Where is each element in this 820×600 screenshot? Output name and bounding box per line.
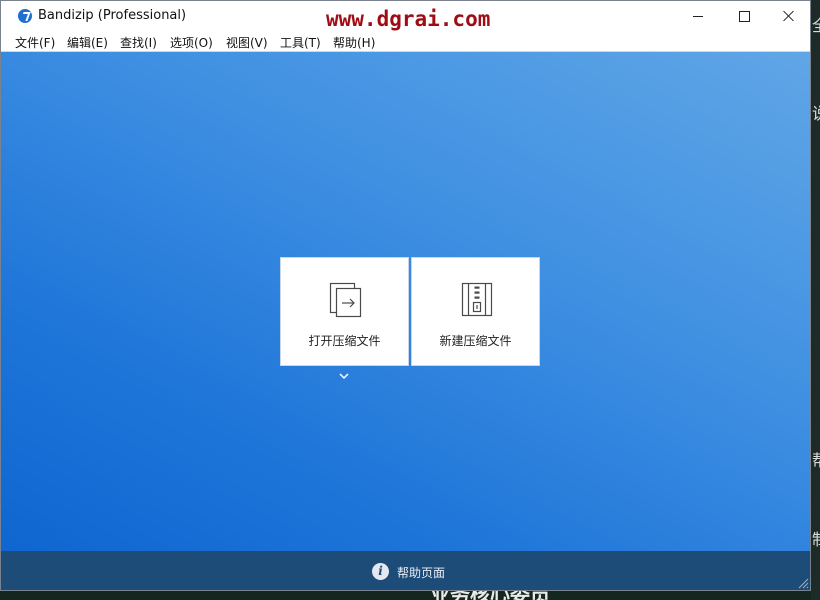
info-icon[interactable]: i — [372, 563, 389, 580]
close-icon — [783, 10, 795, 22]
minimize-button[interactable] — [675, 1, 721, 31]
desktop-background: 全 说 帮 制 — [811, 0, 820, 600]
open-archive-button[interactable]: 打开压缩文件 — [280, 257, 409, 366]
menu-view[interactable]: 视图(V) — [226, 33, 268, 52]
desktop-text-fragment: 说 — [812, 106, 820, 122]
desktop-text-fragment: 制 — [812, 532, 820, 548]
close-button[interactable] — [766, 1, 810, 31]
desktop-text-fragment: 帮 — [812, 453, 820, 469]
menu-find[interactable]: 查找(I) — [120, 33, 157, 52]
menu-bar: 文件(F) 编辑(E) 查找(I) 选项(O) 视图(V) 工具(T) 帮助(H… — [1, 31, 810, 52]
menu-file[interactable]: 文件(F) — [15, 33, 55, 52]
open-archive-label: 打开压缩文件 — [308, 334, 381, 348]
new-archive-label: 新建压缩文件 — [439, 334, 512, 348]
help-page-link[interactable]: 帮助页面 — [397, 564, 445, 581]
new-archive-button[interactable]: 新建压缩文件 — [411, 257, 540, 366]
menu-tools[interactable]: 工具(T) — [280, 33, 321, 52]
bandizip-window: Bandizip (Professional) www.dgrai.com 文件… — [0, 0, 811, 591]
footer-bar: i 帮助页面 — [1, 551, 810, 590]
window-title: Bandizip (Professional) — [38, 8, 187, 23]
main-panel: 打开压缩文件 新建压缩文件 — [1, 52, 810, 551]
maximize-button[interactable] — [721, 1, 767, 31]
bandizip-app-icon[interactable] — [18, 9, 32, 23]
minimize-icon — [693, 15, 703, 17]
zip-file-icon — [461, 282, 493, 317]
chevron-down-icon[interactable] — [338, 371, 350, 381]
menu-help[interactable]: 帮助(H) — [333, 33, 375, 52]
desktop-text-fragment: 全 — [812, 18, 820, 34]
menu-options[interactable]: 选项(O) — [170, 33, 213, 52]
resize-grip-icon[interactable] — [798, 578, 809, 589]
open-archive-icon — [329, 282, 362, 318]
menu-edit[interactable]: 编辑(E) — [67, 33, 108, 52]
watermark-text: www.dgrai.com — [326, 7, 491, 31]
title-bar[interactable]: Bandizip (Professional) www.dgrai.com — [1, 1, 810, 31]
maximize-icon — [738, 10, 750, 22]
